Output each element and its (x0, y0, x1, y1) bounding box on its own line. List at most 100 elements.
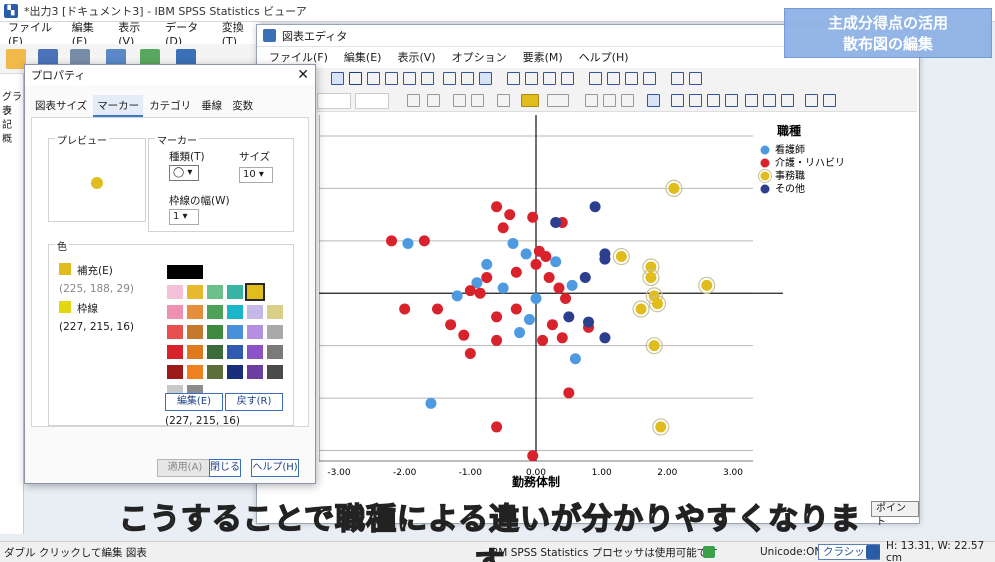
fill-color-icon[interactable] (521, 94, 539, 107)
ed-menu-options[interactable]: オプション (444, 49, 515, 65)
legend-marker[interactable] (760, 145, 770, 155)
data-point[interactable] (648, 340, 660, 352)
data-point[interactable] (701, 279, 713, 291)
data-point[interactable] (514, 327, 526, 339)
palette-swatch[interactable] (187, 365, 203, 379)
data-point[interactable] (668, 182, 680, 194)
data-point[interactable] (530, 292, 542, 304)
chart-type-7-icon[interactable] (781, 94, 794, 107)
palette-swatch[interactable] (247, 265, 263, 279)
align-right-icon[interactable] (621, 94, 634, 107)
data-point[interactable] (530, 258, 542, 270)
palette-swatch[interactable] (247, 325, 263, 339)
data-point[interactable] (491, 421, 503, 433)
bold-icon[interactable] (453, 94, 466, 107)
fit-line-icon[interactable] (479, 72, 492, 85)
data-point[interactable] (464, 348, 476, 360)
data-point[interactable] (537, 334, 549, 346)
data-point[interactable] (464, 285, 476, 297)
histogram-icon[interactable] (625, 72, 638, 85)
border-label[interactable]: 枠線 (77, 301, 98, 316)
palette-swatch[interactable] (167, 265, 203, 279)
palette-swatch[interactable] (227, 265, 243, 279)
marker-type-combo[interactable]: ◯ ▾ (169, 165, 199, 181)
tab-chart-size[interactable]: 図表サイズ (31, 95, 91, 117)
palette-swatch[interactable] (227, 305, 243, 319)
data-point[interactable] (402, 237, 414, 249)
palette-swatch[interactable] (187, 325, 203, 339)
data-point[interactable] (543, 272, 555, 284)
settings-icon[interactable] (823, 94, 836, 107)
chart-type-6-icon[interactable] (763, 94, 776, 107)
tab-categories[interactable]: カテゴリ (145, 95, 195, 117)
data-point[interactable] (497, 282, 509, 294)
data-point[interactable] (563, 311, 575, 323)
palette-swatch[interactable] (227, 325, 243, 339)
data-point[interactable] (481, 272, 493, 284)
legend-marker[interactable] (760, 158, 770, 168)
chart-type-8-icon[interactable] (805, 94, 818, 107)
palette-swatch[interactable] (207, 285, 223, 299)
palette-swatch[interactable] (245, 283, 265, 301)
lasso-icon[interactable] (403, 72, 416, 85)
data-point[interactable] (510, 303, 522, 315)
palette-swatch[interactable] (227, 285, 243, 299)
data-point[interactable] (527, 211, 539, 223)
data-point[interactable] (451, 290, 463, 302)
data-point[interactable] (386, 235, 398, 247)
align-center-icon[interactable] (603, 94, 616, 107)
palette-swatch[interactable] (247, 345, 263, 359)
chart-type-3-icon[interactable] (707, 94, 720, 107)
palette-swatch[interactable] (267, 285, 283, 299)
legend-entry[interactable]: 事務職 (775, 169, 805, 182)
x-axis-icon[interactable] (349, 72, 362, 85)
data-point[interactable] (533, 245, 545, 257)
legend-entry[interactable]: 看護師 (775, 143, 805, 156)
data-point[interactable] (399, 303, 411, 315)
data-point[interactable] (553, 282, 565, 294)
data-point[interactable] (599, 253, 611, 265)
close-icon[interactable]: ✕ (297, 67, 309, 83)
palette-swatch[interactable] (167, 325, 183, 339)
chart-type-1-icon[interactable] (671, 94, 684, 107)
tree-item-table[interactable]: 表 (0, 102, 23, 117)
fill-label[interactable]: 補充(E) (77, 263, 113, 278)
palette-swatch[interactable] (207, 305, 223, 319)
data-point[interactable] (520, 248, 532, 260)
palette-swatch[interactable] (247, 365, 263, 379)
legend-marker[interactable] (760, 171, 770, 181)
scatter-icon[interactable] (643, 72, 656, 85)
chart-layout-icon[interactable] (647, 94, 660, 107)
tree-item-note[interactable]: 記 (0, 116, 23, 131)
data-point[interactable] (432, 303, 443, 315)
palette-swatch[interactable] (207, 345, 223, 359)
palette-swatch[interactable] (207, 265, 223, 279)
palette-swatch[interactable] (267, 345, 283, 359)
data-point[interactable] (579, 272, 591, 284)
palette-swatch[interactable] (167, 345, 183, 359)
data-point[interactable] (497, 222, 509, 234)
palette-swatch[interactable] (267, 265, 283, 279)
close-button[interactable]: 閉じる (209, 459, 241, 477)
palette-swatch[interactable] (187, 345, 203, 359)
data-point[interactable] (445, 319, 457, 331)
data-point[interactable] (481, 258, 493, 270)
data-point[interactable] (474, 287, 486, 299)
fill-swatch[interactable] (59, 263, 71, 275)
font-combo[interactable] (317, 93, 351, 109)
text-icon[interactable] (421, 72, 434, 85)
line-color-icon[interactable] (547, 94, 569, 107)
legend-marker[interactable] (760, 184, 770, 194)
legend-entry[interactable]: その他 (775, 182, 805, 195)
align-left-icon[interactable] (585, 94, 598, 107)
reset-color-button[interactable]: 戻す(R) (225, 393, 283, 411)
textbox-icon[interactable] (543, 72, 556, 85)
data-point[interactable] (507, 237, 519, 249)
grid-icon[interactable] (589, 72, 602, 85)
data-point[interactable] (599, 332, 611, 344)
chart-type-4-icon[interactable] (725, 94, 738, 107)
data-point[interactable] (560, 292, 572, 304)
data-point[interactable] (566, 279, 578, 291)
point-selector-fragment[interactable]: ポイント (871, 501, 919, 528)
palette-swatch[interactable] (267, 325, 283, 339)
